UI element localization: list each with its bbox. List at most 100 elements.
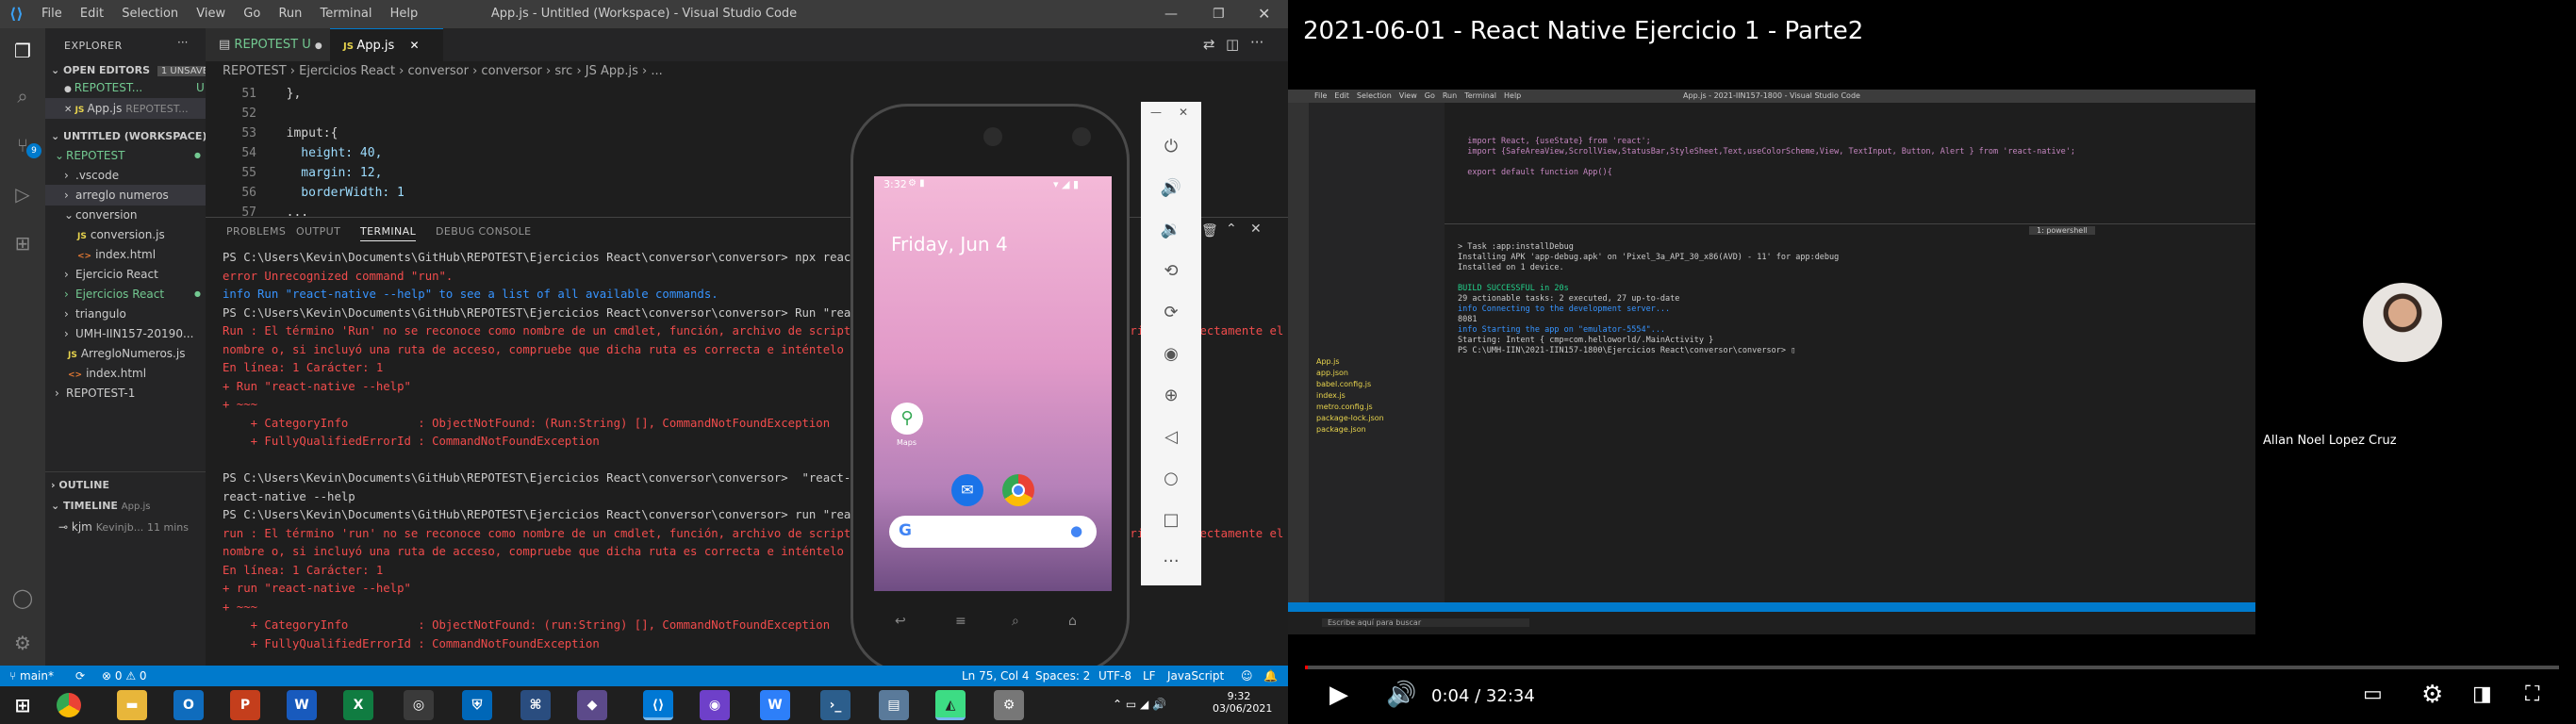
system-tray-icons[interactable]: ⌃ ▭ ◢ 🔊 <box>1113 698 1166 711</box>
app-icon[interactable]: ▤ <box>879 690 909 720</box>
tab-debug-console[interactable]: DEBUG CONSOLE <box>436 225 532 238</box>
home-icon[interactable]: ○ <box>1156 464 1186 494</box>
problems-indicator[interactable]: ⊗ 0 ⚠ 0 <box>102 666 147 686</box>
search-button-icon[interactable]: ⌕ <box>1012 614 1019 629</box>
volume-up-icon[interactable]: 🔊 <box>1156 173 1186 204</box>
tree-item[interactable]: › arreglo numeros <box>45 185 206 206</box>
cursor-position[interactable]: Ln 75, Col 4 <box>962 666 1030 686</box>
github-desktop-icon[interactable]: ◉ <box>700 690 730 720</box>
home-button-icon[interactable]: ⌂ <box>1068 614 1077 629</box>
tree-item[interactable]: › Ejercicios React ● <box>45 284 206 304</box>
google-search-bar[interactable]: G ● <box>889 516 1097 548</box>
terminal-icon[interactable]: ›_ <box>820 690 850 720</box>
timeline-section[interactable]: ⌄ TIMELINE App.js <box>45 496 206 517</box>
word-icon[interactable]: W <box>287 690 317 720</box>
excel-icon[interactable]: X <box>343 690 373 720</box>
tree-item[interactable]: › .vscode <box>45 165 206 186</box>
back-button-icon[interactable]: ↩ <box>895 614 906 629</box>
tree-item[interactable]: JS ArregloNumeros.js <box>45 343 206 364</box>
chrome-app-icon[interactable] <box>1002 474 1034 506</box>
feedback-icon[interactable]: ☺ <box>1241 666 1253 686</box>
tree-item[interactable]: ⌄ conversion <box>45 205 206 225</box>
app-icon[interactable]: W <box>760 690 790 720</box>
file-explorer-icon[interactable]: ▬ <box>117 690 147 720</box>
app-icon[interactable]: ⚙ <box>994 690 1024 720</box>
minimize-icon[interactable]: — <box>1164 0 1178 28</box>
mic-icon[interactable]: ● <box>1070 522 1082 539</box>
restore-icon[interactable]: ❐ <box>1213 0 1225 28</box>
timeline-entry[interactable]: ⊸ kjm Kevinjb... 11 mins <box>45 517 206 537</box>
tree-item[interactable]: <> index.html <box>45 363 206 384</box>
app-icon[interactable]: ◆ <box>577 690 607 720</box>
tree-item[interactable]: › Ejercicio React <box>45 264 206 285</box>
trash-icon[interactable]: 🗑 <box>1201 223 1218 239</box>
split-editor-icon[interactable]: ◫ <box>1226 36 1239 53</box>
open-changes-icon[interactable]: ⇄ <box>1203 36 1215 53</box>
tree-item[interactable]: › triangulo <box>45 304 206 324</box>
clock[interactable]: 9:32 03/06/2021 <box>1213 690 1272 715</box>
powerpoint-icon[interactable]: P <box>230 690 260 720</box>
volume-down-icon[interactable]: 🔉 <box>1156 215 1186 245</box>
tree-item[interactable]: ⌄ REPOTEST ● <box>45 145 206 166</box>
tree-item[interactable]: › UMH-IIN157-20190... <box>45 323 206 344</box>
encoding[interactable]: UTF-8 <box>1098 666 1131 686</box>
maps-app-icon[interactable]: ⚲ <box>891 403 923 435</box>
progress-bar[interactable] <box>1305 666 2559 669</box>
tab-repotest[interactable]: ▤ REPOTEST U ● <box>206 28 330 61</box>
security-shield-icon[interactable]: ⛨ <box>462 690 492 720</box>
messages-app-icon[interactable]: ✉ <box>951 474 983 506</box>
breadcrumb[interactable]: REPOTEST › Ejercicios React › conversor … <box>223 64 663 78</box>
run-debug-icon[interactable]: ▷ <box>11 183 34 206</box>
indentation[interactable]: Spaces: 2 <box>1035 666 1090 686</box>
sync-icon[interactable]: ⟳ <box>75 666 85 686</box>
outline-section[interactable]: › OUTLINE <box>45 475 206 496</box>
workspace-section[interactable]: ⌄ UNTITLED (WORKSPACE) <box>45 126 206 147</box>
minimize-icon[interactable]: — <box>1150 106 1162 119</box>
outlook-icon[interactable]: O <box>173 690 204 720</box>
tree-item[interactable]: › REPOTEST-1 <box>45 383 206 403</box>
tab-output[interactable]: OUTPUT <box>296 225 340 238</box>
close-icon[interactable]: ✕ <box>1179 106 1188 119</box>
tree-item[interactable]: JS conversion.js <box>45 224 206 245</box>
branch-indicator[interactable]: ⑂ main* <box>9 666 54 686</box>
close-window-icon[interactable]: ✕ <box>1258 0 1270 28</box>
language-mode[interactable]: JavaScript <box>1167 666 1224 686</box>
more-icon[interactable]: ··· <box>1156 547 1186 577</box>
settings-gear-icon[interactable]: ⚙ <box>2421 681 2443 709</box>
more-actions-icon[interactable]: ··· <box>177 36 188 49</box>
menu-button-icon[interactable]: ≡ <box>955 614 966 629</box>
more-actions-icon[interactable]: ··· <box>1250 34 1263 51</box>
tab-terminal[interactable]: TERMINAL <box>360 225 417 241</box>
files-icon[interactable]: ❐ <box>11 40 34 62</box>
open-editor-item-repotest[interactable]: ● REPOTEST... U <box>45 77 206 98</box>
search-icon[interactable]: ⌕ <box>11 85 34 107</box>
subtitles-icon[interactable]: ▭ <box>2363 681 2383 709</box>
tree-item[interactable]: <> index.html <box>45 244 206 265</box>
close-panel-icon[interactable]: ✕ <box>1250 222 1262 237</box>
video-title[interactable]: 2021-06-01 - React Native Ejercicio 1 - … <box>1303 17 1863 45</box>
video-frame[interactable]: File Edit Selection View Go Run Terminal Help A… <box>1288 90 2255 634</box>
back-icon[interactable]: ◁ <box>1156 422 1186 452</box>
vscode-taskbar-icon[interactable]: ⟨⟩ <box>643 690 673 720</box>
app-icon[interactable]: ◎ <box>404 690 434 720</box>
play-icon[interactable]: ▶ <box>1329 681 1348 709</box>
power-icon[interactable]: ⏻ <box>1156 132 1186 162</box>
chevron-up-icon[interactable]: ⌃ <box>1226 222 1237 237</box>
close-tab-icon[interactable]: ✕ <box>64 105 75 115</box>
manage-gear-icon[interactable]: ⚙ <box>11 632 34 654</box>
rotate-left-icon[interactable]: ⟲ <box>1156 256 1186 287</box>
zoom-icon[interactable]: ⊕ <box>1156 381 1186 411</box>
overview-icon[interactable]: □ <box>1156 505 1186 535</box>
app-icon[interactable]: ⌘ <box>520 690 551 720</box>
open-editor-item-appjs[interactable]: ✕ JS App.js REPOTEST... <box>45 98 206 119</box>
account-icon[interactable]: ◯ <box>11 586 34 609</box>
line-ending[interactable]: LF <box>1143 666 1156 686</box>
miniplayer-icon[interactable]: ◨ <box>2472 681 2492 709</box>
volume-icon[interactable]: 🔊 <box>1386 681 1416 709</box>
fullscreen-icon[interactable]: ⛶ <box>2525 681 2539 709</box>
extensions-icon[interactable]: ⊞ <box>11 232 34 255</box>
android-studio-icon[interactable]: ◭ <box>935 690 966 720</box>
tab-problems[interactable]: PROBLEMS <box>226 225 286 238</box>
windows-start-icon[interactable]: ⊞ <box>8 690 38 720</box>
phone-screen[interactable]: 3:32 ⚙ ▮ ▾ ◢ ▮ Friday, Jun 4 ⚲ Maps ✉ G … <box>874 176 1112 591</box>
